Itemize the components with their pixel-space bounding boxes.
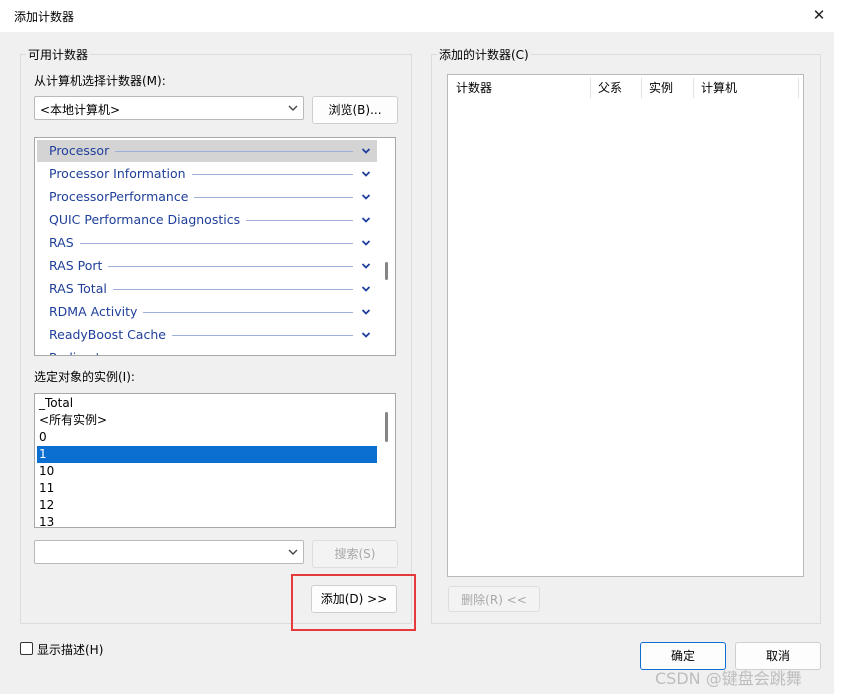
table-header: 计数器 父系 实例 计算机 xyxy=(448,75,803,101)
added-counters-label: 添加的计数器(C) xyxy=(437,46,531,63)
performance-object-item[interactable]: QUIC Performance Diagnostics xyxy=(37,209,377,231)
title-bar xyxy=(0,0,842,32)
object-item-label: QUIC Performance Diagnostics xyxy=(49,209,247,231)
object-item-leader-line xyxy=(172,335,353,336)
column-separator xyxy=(641,78,642,98)
instance-item[interactable]: _Total xyxy=(37,395,377,412)
object-item-leader-line xyxy=(246,220,353,221)
object-item-leader-line xyxy=(143,312,353,313)
performance-object-item[interactable]: Redirector xyxy=(37,347,377,355)
object-item-leader-line xyxy=(80,243,353,244)
object-item-leader-line xyxy=(113,289,353,290)
instance-item[interactable]: 0 xyxy=(37,429,377,446)
performance-object-item[interactable]: RAS Port xyxy=(37,255,377,277)
performance-object-item[interactable]: RDMA Activity xyxy=(37,301,377,323)
column-separator xyxy=(590,78,591,98)
object-item-label: ReadyBoost Cache xyxy=(49,324,172,346)
chevron-down-icon xyxy=(287,544,299,563)
object-item-label: RAS xyxy=(49,232,80,254)
instance-item[interactable]: 1 xyxy=(37,446,377,463)
window-title: 添加计数器 xyxy=(14,10,75,24)
object-item-label: RAS Total xyxy=(49,278,113,300)
object-item-label: Processor xyxy=(49,140,116,162)
computer-select-value: <本地计算机> xyxy=(40,103,121,117)
object-item-leader-line xyxy=(115,151,353,152)
browse-button[interactable]: 浏览(B)... xyxy=(312,96,398,124)
instance-item[interactable]: 10 xyxy=(37,463,377,480)
instances-label: 选定对象的实例(I): xyxy=(34,370,135,384)
performance-object-item[interactable]: RAS xyxy=(37,232,377,254)
column-header-counter[interactable]: 计数器 xyxy=(456,76,492,100)
instance-item[interactable]: 11 xyxy=(37,480,377,497)
close-icon[interactable]: ✕ xyxy=(808,4,830,26)
background-app-edge xyxy=(834,32,842,694)
add-button[interactable]: 添加(D) >> xyxy=(311,585,397,613)
column-header-instance[interactable]: 实例 xyxy=(649,76,673,100)
object-item-label: ProcessorPerformance xyxy=(49,186,195,208)
object-item-leader-line xyxy=(192,174,353,175)
show-description-checkbox[interactable] xyxy=(20,642,33,655)
column-separator xyxy=(693,78,694,98)
performance-object-item[interactable]: ReadyBoost Cache xyxy=(37,324,377,346)
show-description-label[interactable]: 显示描述(H) xyxy=(37,641,103,658)
added-counters-table[interactable]: 计数器 父系 实例 计算机 xyxy=(447,74,804,577)
computer-select[interactable]: <本地计算机> xyxy=(34,96,304,120)
performance-object-item[interactable]: RAS Total xyxy=(37,278,377,300)
watermark: CSDN @键盘会跳舞 xyxy=(655,669,802,688)
select-from-computer-label: 从计算机选择计数器(M): xyxy=(34,74,166,88)
object-item-label: RDMA Activity xyxy=(49,301,144,323)
column-header-computer[interactable]: 计算机 xyxy=(701,76,737,100)
instance-list[interactable]: _Total <所有实例> 0 1 10 11 12 13 xyxy=(34,393,396,528)
performance-object-item[interactable]: ProcessorPerformance xyxy=(37,186,377,208)
performance-object-list[interactable]: Processor Processor Information ProcessorP… xyxy=(34,137,396,356)
performance-object-item[interactable]: Processor Information xyxy=(37,163,377,185)
object-list-scrollbar-thumb[interactable] xyxy=(385,262,388,280)
instance-item[interactable]: <所有实例> xyxy=(37,412,377,429)
chevron-down-icon xyxy=(287,100,299,119)
remove-button[interactable]: 删除(R) << xyxy=(448,586,540,612)
search-button[interactable]: 搜索(S) xyxy=(312,540,398,568)
instance-item[interactable]: 13 xyxy=(37,514,377,527)
expand-chevron-icon[interactable] xyxy=(361,347,371,355)
object-item-leader-line xyxy=(194,197,353,198)
object-item-label: Redirector xyxy=(49,347,120,355)
column-separator xyxy=(798,78,799,98)
available-counters-label: 可用计数器 xyxy=(26,46,91,63)
object-item-label: RAS Port xyxy=(49,255,109,277)
instance-list-scrollbar-thumb[interactable] xyxy=(385,412,388,442)
performance-object-item[interactable]: Processor xyxy=(37,140,377,162)
object-item-label: Processor Information xyxy=(49,163,192,185)
instance-item[interactable]: 12 xyxy=(37,497,377,514)
object-item-leader-line xyxy=(108,266,353,267)
column-header-parent[interactable]: 父系 xyxy=(598,76,622,100)
search-combo[interactable] xyxy=(34,540,304,564)
